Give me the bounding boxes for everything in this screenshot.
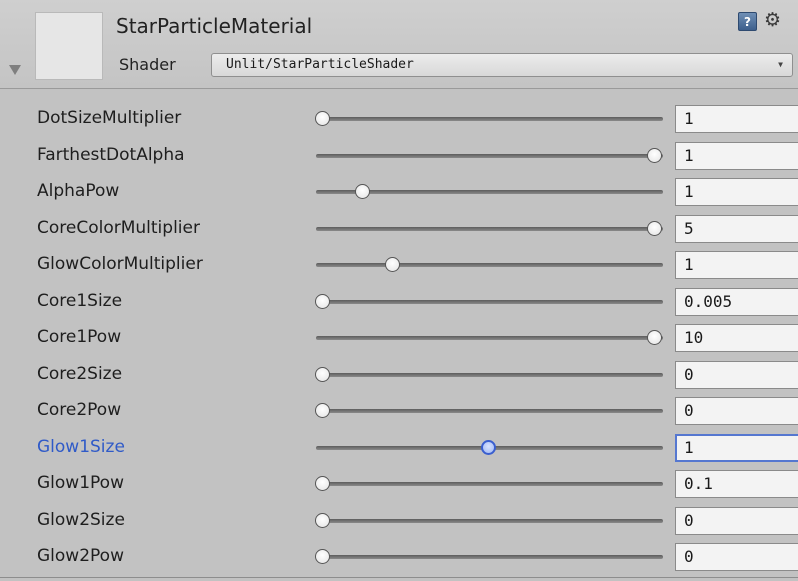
slider-track[interactable] xyxy=(316,409,663,413)
slider-track[interactable] xyxy=(316,372,663,377)
value-input[interactable]: 0.005 xyxy=(675,287,798,316)
value-input[interactable]: 1 xyxy=(675,141,798,170)
slider-thumb[interactable] xyxy=(647,147,662,163)
property-label: Glow1Size xyxy=(37,436,125,457)
value-input[interactable]: 0 xyxy=(675,397,798,425)
property-row: Glow2Size 0 xyxy=(0,504,798,541)
value-input[interactable]: 1 xyxy=(675,105,798,133)
property-label: Core2Size xyxy=(37,363,123,384)
property-label: Core1Pow xyxy=(37,327,122,347)
slider-thumb[interactable] xyxy=(315,403,330,418)
value-input[interactable]: 1 xyxy=(675,433,798,462)
material-name: StarParticleMaterial xyxy=(116,14,313,38)
slider-thumb[interactable] xyxy=(481,439,496,455)
value-input[interactable]: 1 xyxy=(675,178,798,206)
shader-label: Shader xyxy=(119,55,176,74)
fold-arrow-icon[interactable] xyxy=(9,65,21,75)
slider-track[interactable] xyxy=(316,299,663,304)
property-label: Glow2Size xyxy=(37,509,125,530)
slider-thumb[interactable] xyxy=(354,184,370,199)
property-row: Core2Size 0 xyxy=(0,358,798,395)
slider-thumb[interactable] xyxy=(315,111,330,126)
dropdown-caret-icon: ▼ xyxy=(778,60,783,69)
help-icon[interactable]: ? xyxy=(738,12,757,31)
slider-thumb[interactable] xyxy=(315,293,330,309)
property-list: DotSizeMultiplier 1 FarthestDotAlpha 1 Alpha… xyxy=(0,102,798,577)
property-label: Glow2Pow xyxy=(37,546,124,566)
slider-track[interactable] xyxy=(316,117,663,121)
slider-thumb[interactable] xyxy=(315,476,330,491)
slider-track[interactable] xyxy=(316,336,663,340)
slider-track[interactable] xyxy=(316,482,663,486)
slider-thumb[interactable] xyxy=(315,366,330,382)
property-label: FarthestDotAlpha xyxy=(37,144,185,165)
property-row: Glow2Pow 0 xyxy=(0,540,798,577)
value-input[interactable]: 0 xyxy=(675,543,798,571)
slider-thumb[interactable] xyxy=(315,512,330,528)
property-row: Core1Pow 10 xyxy=(0,321,798,358)
property-label: CoreColorMultiplier xyxy=(37,217,200,238)
slider-thumb[interactable] xyxy=(315,549,330,564)
slider-track[interactable] xyxy=(316,226,663,231)
property-row: FarthestDotAlpha 1 xyxy=(0,139,798,176)
property-row: Core2Pow 0 xyxy=(0,394,798,431)
property-row: Glow1Size 1 xyxy=(0,431,798,468)
property-label: GlowColorMultiplier xyxy=(37,254,203,274)
slider-track[interactable] xyxy=(316,555,663,559)
material-preview-thumbnail[interactable] xyxy=(35,12,103,80)
property-label: Glow1Pow xyxy=(37,473,124,493)
shader-dropdown[interactable]: Unlit/StarParticleShader ▼ xyxy=(211,53,793,77)
material-header: StarParticleMaterial Shader Unlit/StarPa… xyxy=(0,0,798,89)
property-label: AlphaPow xyxy=(37,181,120,201)
slider-track[interactable] xyxy=(316,263,663,267)
property-row: Glow1Pow 0.1 xyxy=(0,467,798,504)
property-row: GlowColorMultiplier 1 xyxy=(0,248,798,285)
slider-thumb[interactable] xyxy=(384,257,400,272)
property-row: Core1Size 0.005 xyxy=(0,285,798,322)
shader-dropdown-value: Unlit/StarParticleShader xyxy=(226,57,414,72)
property-row: AlphaPow 1 xyxy=(0,175,798,212)
value-input[interactable]: 10 xyxy=(675,324,798,352)
value-input[interactable]: 5 xyxy=(675,214,798,243)
divider xyxy=(0,577,798,578)
slider-track[interactable] xyxy=(316,518,663,523)
slider-track[interactable] xyxy=(316,153,663,158)
property-label: Core2Pow xyxy=(37,400,122,420)
property-row: DotSizeMultiplier 1 xyxy=(0,102,798,139)
value-input[interactable]: 0 xyxy=(675,506,798,535)
property-label: DotSizeMultiplier xyxy=(37,108,182,128)
slider-thumb[interactable] xyxy=(647,220,662,236)
property-row: CoreColorMultiplier 5 xyxy=(0,212,798,249)
slider-thumb[interactable] xyxy=(647,330,662,345)
property-label: Core1Size xyxy=(37,290,123,311)
value-input[interactable]: 0.1 xyxy=(675,470,798,498)
gear-icon[interactable]: ⚙ xyxy=(764,9,781,31)
value-input[interactable]: 0 xyxy=(675,360,798,389)
value-input[interactable]: 1 xyxy=(675,251,798,279)
